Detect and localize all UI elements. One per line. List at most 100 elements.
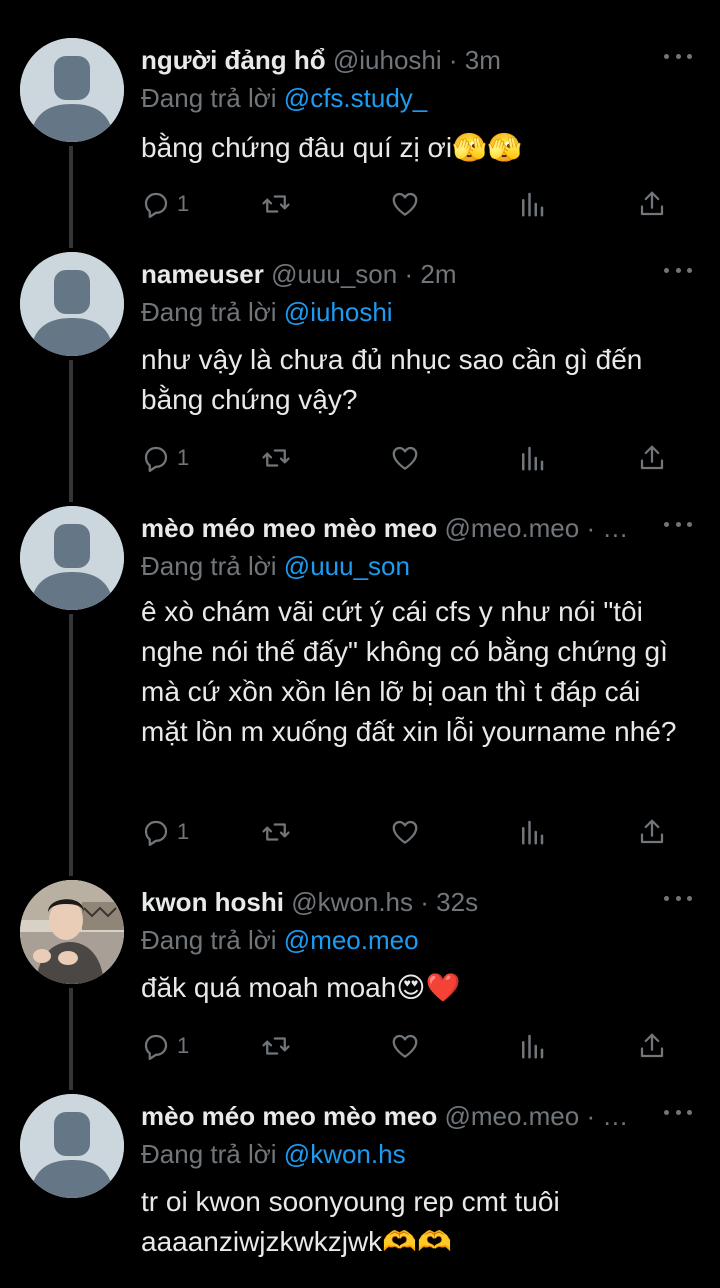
replying-to-label: Đang trả lời [141, 1139, 277, 1169]
reply-button[interactable]: 1 [141, 812, 189, 852]
tweet[interactable]: mèo méo meo mèo meo @meo.meo · … Đang tr… [0, 506, 720, 866]
avatar[interactable] [20, 506, 124, 610]
replying-to: Đang trả lời @iuhoshi [141, 294, 393, 330]
reply-button[interactable]: 1 [141, 184, 189, 224]
more-icon[interactable] [664, 260, 692, 280]
heart-icon [392, 192, 418, 216]
username[interactable]: @kwon.hs [291, 887, 413, 917]
tweet[interactable]: mèo méo meo mèo meo @meo.meo · … Đang tr… [0, 1094, 720, 1288]
retweet-button[interactable] [261, 184, 291, 224]
reply-icon [144, 1034, 168, 1060]
replying-to: Đang trả lời @kwon.hs [141, 1136, 406, 1172]
tweet[interactable]: nameuser @uuu_son · 2m Đang trả lời @iuh… [0, 252, 720, 492]
reply-count: 1 [177, 191, 190, 216]
more-icon[interactable] [664, 1102, 692, 1122]
avatar[interactable] [20, 880, 124, 984]
like-button[interactable] [390, 1026, 420, 1066]
display-name[interactable]: người đảng hổ [141, 45, 326, 75]
more-icon[interactable] [664, 888, 692, 908]
default-avatar-icon [20, 252, 124, 356]
retweet-button[interactable] [261, 812, 291, 852]
share-icon [640, 1033, 664, 1058]
profile-photo-icon [20, 880, 124, 984]
reply-count: 1 [177, 819, 190, 844]
default-avatar-icon [20, 38, 124, 142]
retweet-icon [262, 449, 290, 467]
username[interactable]: @meo.meo [444, 513, 579, 543]
action-bar: 1 [141, 812, 681, 852]
default-avatar-icon [20, 1094, 124, 1198]
display-name[interactable]: nameuser [141, 259, 264, 289]
share-button[interactable] [637, 438, 667, 478]
display-name[interactable]: kwon hoshi [141, 887, 284, 917]
action-bar: 1 [141, 1026, 681, 1066]
share-icon [640, 191, 664, 216]
replying-to-label: Đang trả lời [141, 297, 277, 327]
avatar[interactable] [20, 38, 124, 142]
heart-icon [392, 820, 418, 844]
timestamp[interactable]: 2m [420, 259, 456, 289]
replying-to-label: Đang trả lời [141, 83, 277, 113]
like-button[interactable] [390, 812, 420, 852]
tweet[interactable]: kwon hoshi @kwon.hs · 32s Đang trả lời @… [0, 880, 720, 1080]
reply-icon [144, 192, 168, 218]
username[interactable]: @uuu_son [271, 259, 397, 289]
timestamp[interactable]: 3m [465, 45, 501, 75]
more-icon[interactable] [664, 514, 692, 534]
retweet-button[interactable] [261, 438, 291, 478]
views-button[interactable] [517, 184, 547, 224]
reply-button[interactable]: 1 [141, 1026, 189, 1066]
display-name[interactable]: mèo méo meo mèo meo [141, 1101, 437, 1131]
timestamp[interactable]: … [602, 513, 628, 543]
replying-to: Đang trả lời @uuu_son [141, 548, 410, 584]
share-button[interactable] [637, 812, 667, 852]
username[interactable]: @iuhoshi [333, 45, 442, 75]
more-icon[interactable] [664, 46, 692, 66]
tweet-text: tr oi kwon soonyoung rep cmt tuôi aaaanz… [141, 1186, 560, 1257]
tweet[interactable]: người đảng hổ @iuhoshi · 3m Đang trả lời… [0, 38, 720, 238]
mention-link[interactable]: @meo.meo [284, 925, 419, 955]
reply-count: 1 [177, 1033, 190, 1058]
action-bar: 1 [141, 438, 681, 478]
retweet-button[interactable] [261, 1026, 291, 1066]
separator-dot: · [586, 1101, 596, 1131]
avatar[interactable] [20, 252, 124, 356]
timestamp[interactable]: … [602, 1101, 628, 1131]
timestamp[interactable]: 32s [436, 887, 478, 917]
avatar[interactable] [20, 1094, 124, 1198]
reply-icon [144, 446, 168, 472]
views-button[interactable] [517, 812, 547, 852]
views-icon [522, 1034, 544, 1059]
separator-dot: · [420, 887, 429, 917]
replying-to: Đang trả lời @cfs.study_ [141, 80, 427, 116]
display-name[interactable]: mèo méo meo mèo meo [141, 513, 437, 543]
action-bar: 1 [141, 184, 681, 224]
mention-link[interactable]: @kwon.hs [284, 1139, 406, 1169]
like-button[interactable] [390, 184, 420, 224]
username[interactable]: @meo.meo [444, 1101, 579, 1131]
mention-link[interactable]: @uuu_son [284, 551, 410, 581]
reply-icon [144, 820, 168, 846]
reply-button[interactable]: 1 [141, 438, 189, 478]
replying-to-label: Đang trả lời [141, 925, 277, 955]
tweet-header: kwon hoshi @kwon.hs · 32s [141, 884, 650, 920]
mention-link[interactable]: @cfs.study_ [284, 83, 427, 113]
views-button[interactable] [517, 1026, 547, 1066]
mention-link[interactable]: @iuhoshi [284, 297, 393, 327]
retweet-icon [262, 823, 290, 841]
views-icon [522, 192, 544, 217]
tweet-text: như vậy là chưa đủ nhục sao cần gì đến b… [141, 344, 643, 415]
tweet-header: nameuser @uuu_son · 2m [141, 256, 650, 292]
share-icon [640, 819, 664, 844]
heart-icon [392, 1034, 418, 1058]
separator-dot: · [404, 259, 414, 289]
replying-to: Đang trả lời @meo.meo [141, 922, 419, 958]
share-icon [640, 445, 664, 470]
views-button[interactable] [517, 438, 547, 478]
share-button[interactable] [637, 1026, 667, 1066]
like-button[interactable] [390, 438, 420, 478]
tweet-header: mèo méo meo mèo meo @meo.meo · … [141, 510, 650, 546]
reply-count: 1 [177, 445, 190, 470]
retweet-icon [262, 195, 290, 213]
share-button[interactable] [637, 184, 667, 224]
